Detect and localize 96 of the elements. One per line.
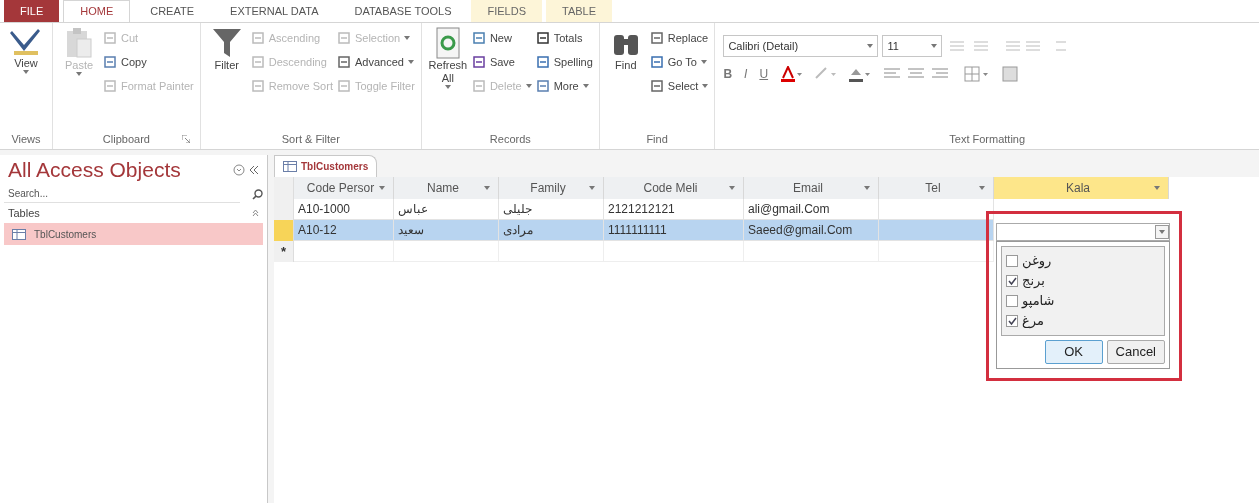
bold-button[interactable]: B <box>723 65 733 83</box>
italic-button[interactable]: I <box>744 65 748 83</box>
ribbon-small-button[interactable]: Replace <box>649 27 709 49</box>
column-header[interactable]: Code Persor <box>294 177 394 199</box>
table-cell: Saeed@gmail.Com <box>744 220 879 241</box>
checkbox[interactable] <box>1006 315 1018 327</box>
ribbon-tab[interactable]: DATABASE TOOLS <box>338 0 468 22</box>
caret-icon <box>729 186 735 190</box>
search-field[interactable]: Search... <box>4 185 240 203</box>
ribbon-large-button[interactable]: Refresh All <box>427 27 468 89</box>
option-label: روغن <box>1022 252 1052 271</box>
pencil-ruler-icon <box>10 27 42 57</box>
group-label: Clipboard <box>102 132 150 147</box>
ribbon-small-button[interactable]: More <box>535 75 593 97</box>
font-name-field[interactable]: Calibri (Detail) <box>723 35 879 57</box>
nav-item[interactable]: TblCustomers <box>4 223 263 245</box>
ribbon-tab[interactable]: HOME <box>63 0 131 22</box>
collapse-icon[interactable] <box>249 165 259 175</box>
caret-icon <box>589 186 595 190</box>
gridlines-icon[interactable] <box>964 66 991 82</box>
caret-icon <box>702 84 709 88</box>
ribbon-tab[interactable]: FIELDS <box>471 0 542 22</box>
checkbox[interactable] <box>1006 295 1018 307</box>
caret-icon <box>444 85 451 89</box>
column-header[interactable]: Tel <box>879 177 994 199</box>
group-label: Find <box>646 132 668 147</box>
ribbon-large-button[interactable]: Filter <box>206 27 247 72</box>
ribbon-small-button[interactable]: New <box>471 27 532 49</box>
column-header[interactable]: Email <box>744 177 879 199</box>
caret-icon <box>700 60 707 64</box>
ribbon-tab[interactable]: FILE <box>4 0 60 22</box>
caret-icon <box>1154 186 1160 190</box>
funnel-icon <box>212 27 241 59</box>
group-label: Text Formatting <box>949 132 1026 147</box>
checkmark-icon <box>1007 316 1017 326</box>
caret-icon <box>867 44 874 48</box>
ribbon-large-button[interactable]: Find <box>605 27 646 72</box>
caret-icon <box>76 72 82 76</box>
group-label: Views <box>11 132 41 147</box>
circle-chevron-icon[interactable] <box>233 164 245 176</box>
column-header[interactable]: Name <box>394 177 499 199</box>
section-header[interactable]: Tables <box>8 204 40 222</box>
checkbox[interactable] <box>1006 275 1018 287</box>
dialog-launcher-icon[interactable] <box>181 135 190 143</box>
option-label: شامپو <box>1022 292 1055 311</box>
ribbon-small-button[interactable]: Spelling <box>535 51 593 73</box>
checkbox[interactable] <box>1006 255 1018 267</box>
option-label: مرغ <box>1022 312 1044 331</box>
column-header[interactable]: Kala <box>994 177 1169 199</box>
caret-icon <box>404 36 411 40</box>
document-tab[interactable]: TblCustomers <box>274 155 378 177</box>
font-size-field[interactable]: 11 <box>882 35 943 57</box>
group-label: Records <box>489 132 531 147</box>
caret-icon <box>525 84 532 88</box>
table-cell: A10-12 <box>294 220 394 241</box>
group-label: Sort & Filter <box>281 132 340 147</box>
pane-title: All Access Objects <box>8 157 181 184</box>
clipboard-icon <box>65 27 93 59</box>
new-row-selector[interactable]: * <box>274 241 294 262</box>
caret-icon <box>931 44 938 48</box>
refresh-icon <box>433 27 462 59</box>
ribbon-small-button[interactable]: Go To <box>649 51 709 73</box>
ribbon-tab[interactable]: TABLE <box>546 0 613 22</box>
caret-icon <box>484 186 490 190</box>
ribbon-small-button[interactable]: Advanced <box>336 51 415 73</box>
ribbon-tab[interactable]: EXTERNAL DATA <box>214 0 335 22</box>
ribbon-small-button[interactable]: Select <box>649 75 709 97</box>
caret-icon <box>1159 230 1165 234</box>
caret-icon <box>979 186 985 190</box>
table-cell: سعید <box>394 220 499 241</box>
caret-icon <box>379 186 385 190</box>
dialog-button[interactable]: OK <box>1044 340 1103 364</box>
alternate-row-icon[interactable] <box>1002 66 1019 82</box>
ribbon-large-button[interactable]: View <box>6 27 46 74</box>
column-header[interactable]: Code Meli <box>604 177 744 199</box>
caret-icon <box>582 84 589 88</box>
caret-icon <box>407 60 414 64</box>
table-icon <box>12 228 26 240</box>
chevron-up-icon[interactable] <box>252 209 259 217</box>
ribbon-small-button[interactable]: Totals <box>535 27 593 49</box>
search-icon <box>252 188 263 200</box>
caret-icon <box>23 70 29 74</box>
checkmark-icon <box>1007 276 1017 286</box>
ribbon-small-button[interactable]: Copy <box>103 51 194 73</box>
font-color-icon[interactable] <box>780 66 803 82</box>
table-cell: مرادی <box>499 220 604 241</box>
dialog-button[interactable]: Cancel <box>1106 340 1165 364</box>
column-header[interactable]: Family <box>499 177 604 199</box>
ribbon-tab[interactable]: CREATE <box>134 0 211 22</box>
table-icon <box>283 161 297 172</box>
combo-field[interactable] <box>996 223 1170 241</box>
caret-icon <box>864 186 870 190</box>
option-label: برنج <box>1022 272 1045 291</box>
underline-button[interactable]: U <box>759 65 769 83</box>
table-cell: 1111111111 <box>604 220 744 241</box>
ribbon-small-button[interactable]: Save <box>471 51 532 73</box>
